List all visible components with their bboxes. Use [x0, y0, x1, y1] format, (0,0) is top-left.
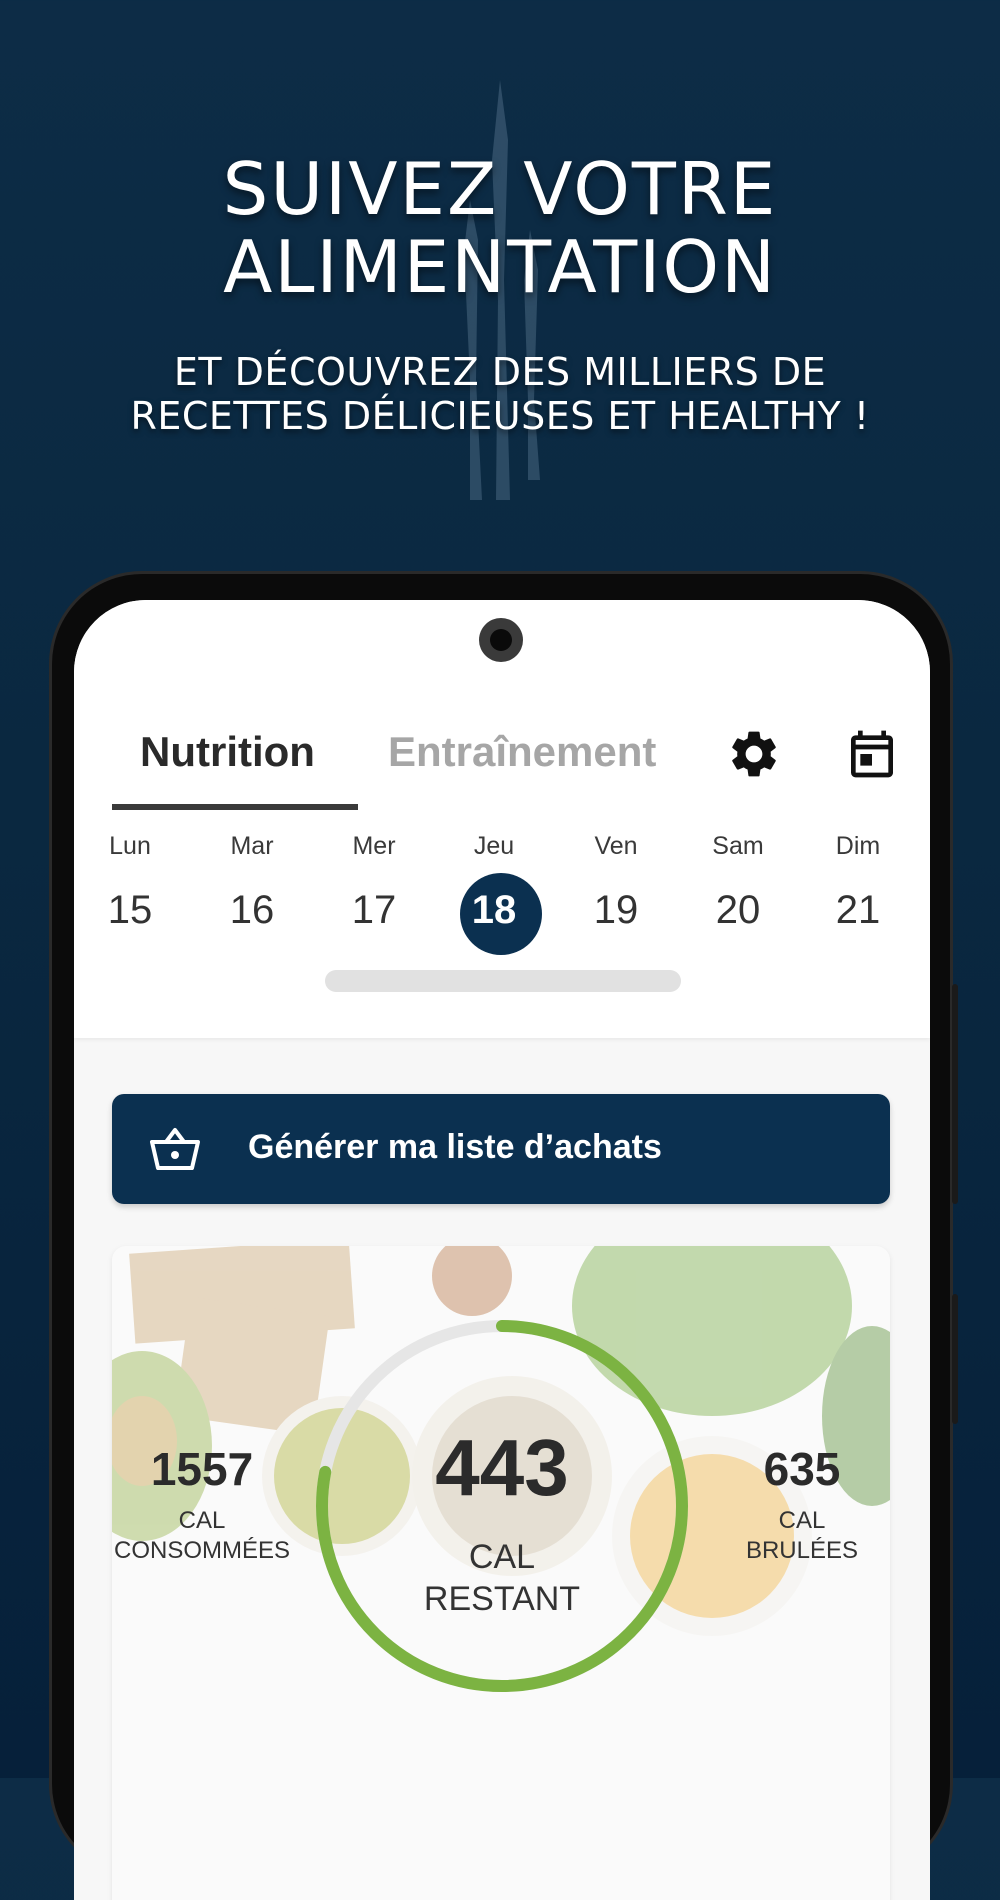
remaining-calories-label: CAL RESTANT: [402, 1536, 602, 1620]
day-number-16[interactable]: 16: [202, 888, 302, 933]
subline-line-1: ET DÉCOUVREZ DES MILLIERS DE: [173, 350, 827, 394]
remaining-label-line-2: RESTANT: [423, 1580, 581, 1618]
phone-side-button: [952, 984, 958, 1204]
day-name-dim[interactable]: Dim: [808, 832, 908, 861]
burned-label-line-1: CAL: [778, 1507, 826, 1534]
header-panel: Nutrition Entraînement Lun 15 Mar 16 Mer 17 Je…: [74, 600, 930, 1038]
day-number-20[interactable]: 20: [688, 888, 788, 933]
generate-shopping-list-button[interactable]: Générer ma liste d’achats: [112, 1094, 890, 1204]
tab-nutrition[interactable]: Nutrition: [140, 728, 315, 776]
burned-calories-label: CAL BRULÉES: [712, 1506, 890, 1566]
gear-icon[interactable]: [726, 726, 782, 782]
day-name-mer[interactable]: Mer: [324, 832, 424, 861]
active-tab-indicator: [112, 804, 358, 810]
day-number-21[interactable]: 21: [808, 888, 908, 933]
day-name-lun[interactable]: Lun: [80, 832, 180, 861]
marketing-subline: ET DÉCOUVREZ DES MILLIERS DE RECETTES DÉ…: [0, 350, 1000, 438]
day-name-sam[interactable]: Sam: [688, 832, 788, 861]
day-number-18[interactable]: 18: [444, 888, 544, 933]
phone-frame: Nutrition Entraînement Lun 15 Mar 16 Mer 17 Je…: [52, 574, 958, 1900]
day-name-ven[interactable]: Ven: [566, 832, 666, 861]
consumed-label-line-1: CAL: [178, 1507, 226, 1534]
headline-line-1: SUIVEZ VOTRE: [222, 147, 778, 231]
burned-label-line-2: BRULÉES: [745, 1537, 859, 1564]
consumed-label-line-2: CONSOMMÉES: [113, 1537, 290, 1564]
expand-handle[interactable]: [325, 970, 681, 992]
day-number-19[interactable]: 19: [566, 888, 666, 933]
remaining-label-line-1: CAL: [468, 1538, 536, 1576]
app-screen: Nutrition Entraînement Lun 15 Mar 16 Mer 17 Je…: [74, 600, 930, 1900]
day-name-jeu[interactable]: Jeu: [444, 832, 544, 861]
burned-calories-value: 635: [763, 1443, 841, 1495]
basket-icon: [150, 1128, 200, 1170]
day-name-mar[interactable]: Mar: [202, 832, 302, 861]
generate-shopping-list-label: Générer ma liste d’achats: [248, 1128, 662, 1166]
consumed-calories-label: CAL CONSOMMÉES: [112, 1506, 292, 1566]
calendar-icon[interactable]: [844, 726, 900, 782]
calorie-summary-card: 1557 CAL CONSOMMÉES 443 CAL RESTANT 635 …: [112, 1246, 890, 1900]
front-camera: [479, 618, 523, 662]
subline-line-2: RECETTES DÉLICIEUSES ET HEALTHY !: [130, 394, 870, 438]
day-number-15[interactable]: 15: [80, 888, 180, 933]
remaining-calories-value: 443: [435, 1423, 569, 1512]
phone-side-button-2: [952, 1294, 958, 1424]
marketing-headline: SUIVEZ VOTRE ALIMENTATION: [0, 150, 1000, 306]
day-number-17[interactable]: 17: [324, 888, 424, 933]
headline-line-2: ALIMENTATION: [223, 225, 777, 309]
tab-entrainement[interactable]: Entraînement: [388, 728, 656, 776]
consumed-calories-value: 1557: [150, 1443, 254, 1495]
